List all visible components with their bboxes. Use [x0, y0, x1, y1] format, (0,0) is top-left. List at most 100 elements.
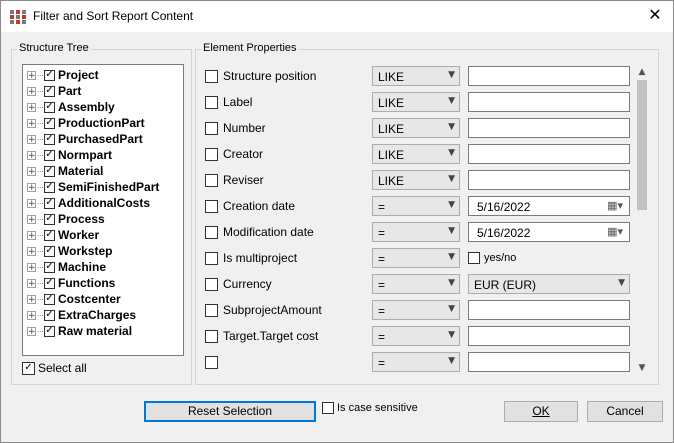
property-checkbox[interactable] — [205, 278, 218, 291]
tree-item[interactable]: + PurchasedPart — [27, 131, 143, 147]
expand-icon[interactable]: + — [27, 102, 36, 112]
expand-icon[interactable]: + — [27, 262, 36, 272]
tree-item[interactable]: + Assembly — [27, 99, 115, 115]
properties-scrollbar[interactable]: ▲ ▼ — [634, 64, 650, 376]
tree-item[interactable]: + Process — [27, 211, 105, 227]
operator-select[interactable]: LIKE ▼ — [372, 170, 460, 190]
operator-select[interactable]: = ▼ — [372, 274, 460, 294]
tree-item-checkbox[interactable] — [44, 197, 55, 209]
expand-icon[interactable]: + — [27, 134, 36, 144]
expand-icon[interactable]: + — [27, 230, 36, 240]
yes-no-checkbox-row[interactable]: yes/no — [468, 252, 516, 264]
tree-item[interactable]: + Costcenter — [27, 291, 121, 307]
property-date-picker[interactable]: 5/16/2022 ▦▾ — [468, 196, 630, 216]
expand-icon[interactable]: + — [27, 198, 36, 208]
cancel-button[interactable]: Cancel — [587, 401, 663, 422]
tree-item-checkbox[interactable] — [44, 277, 55, 289]
expand-icon[interactable]: + — [27, 294, 36, 304]
tree-item-checkbox[interactable] — [44, 229, 55, 241]
property-checkbox[interactable] — [205, 226, 218, 239]
property-value-input[interactable] — [468, 300, 630, 320]
tree-item[interactable]: + Material — [27, 163, 103, 179]
expand-icon[interactable]: + — [27, 246, 36, 256]
tree-item[interactable]: + Functions — [27, 275, 115, 291]
tree-item[interactable]: + ExtraCharges — [27, 307, 136, 323]
expand-icon[interactable]: + — [27, 118, 36, 128]
tree-item-checkbox[interactable] — [44, 261, 55, 273]
property-checkbox[interactable] — [205, 148, 218, 161]
yes-no-checkbox[interactable] — [468, 252, 480, 264]
calendar-dropdown-icon[interactable]: ▦▾ — [607, 199, 623, 212]
select-all-checkbox[interactable] — [22, 361, 35, 375]
property-value-input[interactable] — [468, 352, 630, 372]
property-checkbox[interactable] — [205, 252, 218, 265]
tree-item[interactable]: + ProductionPart — [27, 115, 145, 131]
property-value-input[interactable] — [468, 170, 630, 190]
operator-select[interactable]: = ▼ — [372, 222, 460, 242]
tree-item-checkbox[interactable] — [44, 181, 55, 193]
property-checkbox[interactable] — [205, 200, 218, 213]
tree-item[interactable]: + Project — [27, 67, 99, 83]
tree-item-checkbox[interactable] — [44, 133, 55, 145]
close-icon[interactable]: ✕ — [645, 5, 665, 27]
tree-item-checkbox[interactable] — [44, 117, 55, 129]
property-checkbox[interactable] — [205, 70, 218, 83]
property-value-input[interactable] — [468, 144, 630, 164]
property-checkbox[interactable] — [205, 304, 218, 317]
select-all-checkbox-row[interactable]: Select all — [22, 361, 87, 375]
property-value-input[interactable] — [468, 118, 630, 138]
tree-item-checkbox[interactable] — [44, 69, 55, 81]
expand-icon[interactable]: + — [27, 86, 36, 96]
structure-tree[interactable]: + Project + Part + Assembly + ProductionPart + Pu… — [22, 64, 184, 356]
operator-select[interactable]: LIKE ▼ — [372, 92, 460, 112]
calendar-dropdown-icon[interactable]: ▦▾ — [607, 225, 623, 238]
tree-item-checkbox[interactable] — [44, 101, 55, 113]
property-value-input[interactable] — [468, 66, 630, 86]
operator-select[interactable]: LIKE ▼ — [372, 144, 460, 164]
property-checkbox[interactable] — [205, 96, 218, 109]
scroll-up-icon[interactable]: ▲ — [634, 64, 650, 80]
scroll-thumb[interactable] — [637, 80, 647, 210]
tree-item[interactable]: + Part — [27, 83, 81, 99]
case-sensitive-checkbox[interactable] — [322, 402, 334, 414]
tree-item[interactable]: + Machine — [27, 259, 106, 275]
scroll-down-icon[interactable]: ▼ — [634, 360, 650, 376]
expand-icon[interactable]: + — [27, 214, 36, 224]
operator-select[interactable]: = ▼ — [372, 248, 460, 268]
property-date-picker[interactable]: 5/16/2022 ▦▾ — [468, 222, 630, 242]
ok-button[interactable]: OK — [504, 401, 578, 422]
case-sensitive-checkbox-row[interactable]: Is case sensitive — [322, 402, 418, 414]
tree-item-checkbox[interactable] — [44, 213, 55, 225]
operator-select[interactable]: LIKE ▼ — [372, 118, 460, 138]
expand-icon[interactable]: + — [27, 182, 36, 192]
expand-icon[interactable]: + — [27, 150, 36, 160]
tree-item[interactable]: + SemiFinishedPart — [27, 179, 159, 195]
reset-selection-button[interactable]: Reset Selection — [144, 401, 316, 422]
tree-item-checkbox[interactable] — [44, 149, 55, 161]
operator-select[interactable]: = ▼ — [372, 196, 460, 216]
operator-select[interactable]: = ▼ — [372, 326, 460, 346]
expand-icon[interactable]: + — [27, 70, 36, 80]
tree-item[interactable]: + Worker — [27, 227, 99, 243]
tree-item-checkbox[interactable] — [44, 325, 55, 337]
operator-select[interactable]: = ▼ — [372, 300, 460, 320]
tree-item[interactable]: + AdditionalCosts — [27, 195, 150, 211]
tree-item-checkbox[interactable] — [44, 165, 55, 177]
tree-item[interactable]: + Raw material — [27, 323, 132, 339]
operator-select[interactable]: LIKE ▼ — [372, 66, 460, 86]
property-value-input[interactable] — [468, 326, 630, 346]
tree-item-checkbox[interactable] — [44, 309, 55, 321]
currency-select[interactable]: EUR (EUR) ▼ — [468, 274, 630, 294]
property-checkbox[interactable] — [205, 330, 218, 343]
property-checkbox[interactable] — [205, 356, 218, 369]
property-checkbox[interactable] — [205, 122, 218, 135]
operator-select[interactable]: = ▼ — [372, 352, 460, 372]
property-checkbox[interactable] — [205, 174, 218, 187]
tree-item-checkbox[interactable] — [44, 245, 55, 257]
expand-icon[interactable]: + — [27, 326, 36, 336]
expand-icon[interactable]: + — [27, 310, 36, 320]
tree-item-checkbox[interactable] — [44, 85, 55, 97]
tree-item-checkbox[interactable] — [44, 293, 55, 305]
tree-item[interactable]: + Normpart — [27, 147, 112, 163]
expand-icon[interactable]: + — [27, 278, 36, 288]
